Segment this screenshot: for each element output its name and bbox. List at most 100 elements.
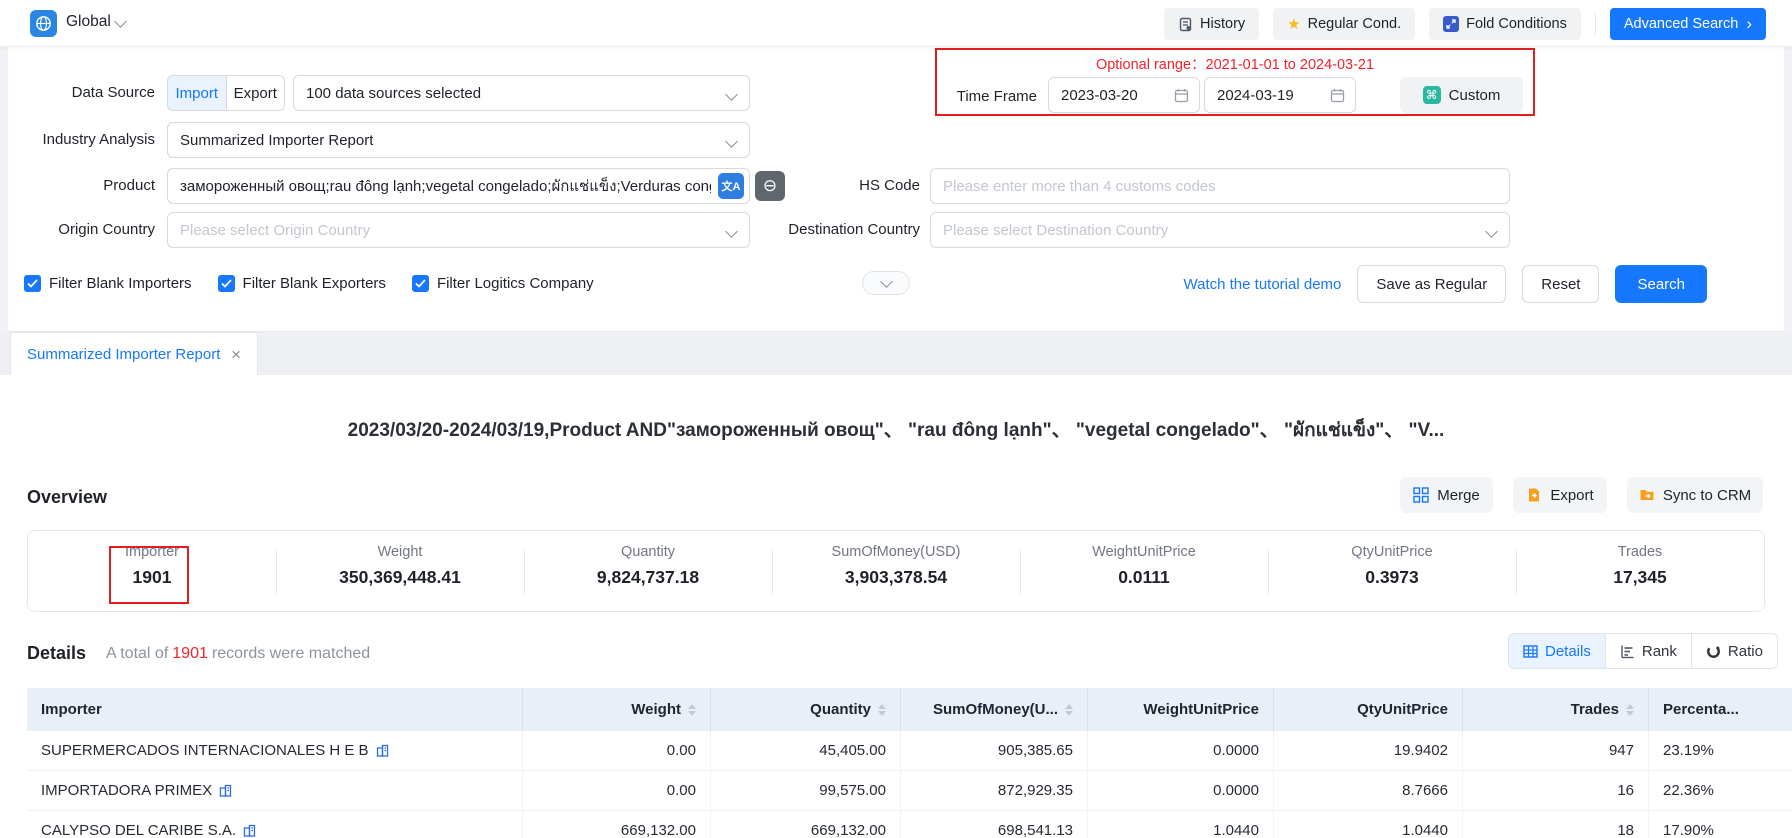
custom-range-button[interactable]: ⌘ Custom	[1400, 77, 1523, 113]
quantity-cell: 99,575.00	[711, 771, 901, 810]
view-ratio-label: Ratio	[1728, 643, 1763, 660]
sync-to-crm-button[interactable]: Sync to CRM	[1627, 477, 1763, 513]
date-start-input[interactable]: 2023-03-20	[1048, 77, 1200, 113]
stat-label: Weight	[378, 544, 423, 560]
ratio-icon	[1706, 644, 1721, 659]
chevron-down-icon[interactable]	[114, 15, 127, 28]
export-toggle[interactable]: Export	[226, 76, 285, 110]
column-header-quantity[interactable]: Quantity	[711, 688, 901, 731]
column-header-weight[interactable]: Weight	[523, 688, 711, 731]
stat-value: 0.0111	[1118, 567, 1170, 588]
data-sources-select[interactable]: 100 data sources selected	[293, 75, 750, 111]
stat-sum-of-money: SumOfMoney(USD) 3,903,378.54	[772, 531, 1020, 611]
column-header-percentage[interactable]: Percenta...	[1649, 688, 1792, 731]
view-details-button[interactable]: Details	[1509, 634, 1605, 668]
report-content: 2023/03/20-2024/03/19,Product AND"заморо…	[0, 375, 1792, 838]
stat-value: 0.3973	[1365, 567, 1419, 588]
divider	[1595, 13, 1596, 35]
stat-label: QtyUnitPrice	[1351, 544, 1432, 560]
chevron-down-icon	[1485, 225, 1498, 238]
star-icon: ★	[1287, 17, 1300, 32]
industry-analysis-label: Industry Analysis	[8, 122, 155, 158]
stat-label: Importer	[125, 544, 179, 560]
weight-cell: 0.00	[523, 771, 711, 810]
checkbox-label: Filter Blank Importers	[49, 275, 192, 292]
export-icon	[1526, 487, 1542, 503]
column-header-sum-of-money[interactable]: SumOfMoney(U...	[901, 688, 1088, 731]
merge-button[interactable]: Merge	[1400, 477, 1493, 513]
fold-conditions-button[interactable]: Fold Conditions	[1429, 8, 1581, 40]
sort-icon[interactable]	[1065, 704, 1073, 716]
details-total-text: A total of1901records were matched	[106, 645, 370, 663]
column-header-trades[interactable]: Trades	[1463, 688, 1649, 731]
importer-name-cell[interactable]: SUPERMERCADOS INTERNACIONALES H E B	[27, 731, 523, 770]
filter-blank-importers-checkbox[interactable]: Filter Blank Importers	[24, 275, 192, 292]
checkbox-checked-icon	[24, 275, 41, 292]
column-header-qty-unit-price[interactable]: QtyUnitPrice	[1274, 688, 1463, 731]
search-button[interactable]: Search	[1615, 265, 1707, 303]
import-toggle[interactable]: Import	[168, 76, 226, 110]
overview-stats-card: Importer 1901 Weight 350,369,448.41 Quan…	[27, 530, 1765, 612]
view-rank-button[interactable]: Rank	[1605, 634, 1691, 668]
exclude-keywords-icon[interactable]: ⊖	[755, 171, 785, 201]
industry-analysis-select[interactable]: Summarized Importer Report	[167, 122, 750, 158]
table-row[interactable]: CALYPSO DEL CARIBE S.A. 669,132.00 669,1…	[27, 811, 1792, 838]
close-icon[interactable]: ×	[231, 346, 241, 363]
sort-icon[interactable]	[1626, 704, 1634, 716]
history-button[interactable]: History	[1164, 8, 1259, 40]
importer-name-cell[interactable]: IMPORTADORA PRIMEX	[27, 771, 523, 810]
advanced-search-button[interactable]: Advanced Search ›	[1610, 8, 1766, 40]
sum-cell: 698,541.13	[901, 811, 1088, 838]
destination-country-select[interactable]: Please select Destination Country	[930, 212, 1510, 248]
hs-code-label: HS Code	[820, 168, 920, 204]
view-ratio-button[interactable]: Ratio	[1691, 634, 1777, 668]
export-button[interactable]: Export	[1513, 477, 1607, 513]
sort-icon[interactable]	[688, 704, 696, 716]
percentage-cell: 22.36%	[1649, 771, 1792, 810]
origin-country-placeholder: Please select Origin Country	[180, 222, 370, 239]
view-details-label: Details	[1545, 643, 1591, 660]
collapse-form-button[interactable]	[862, 271, 910, 295]
checkbox-label: Filter Logitics Company	[437, 275, 594, 292]
stat-trades: Trades 17,345	[1516, 531, 1764, 611]
stat-value: 1901	[133, 567, 172, 588]
stat-value: 17,345	[1613, 567, 1667, 588]
translate-icon[interactable]: 文A	[718, 173, 744, 199]
origin-country-select[interactable]: Please select Origin Country	[167, 212, 750, 248]
date-end-input[interactable]: 2024-03-19	[1204, 77, 1356, 113]
region-selector-label[interactable]: Global	[66, 13, 111, 31]
trades-cell: 18	[1463, 811, 1649, 838]
reset-button[interactable]: Reset	[1522, 265, 1599, 303]
details-table: Importer Weight Quantity SumOfMoney(U...…	[27, 688, 1792, 838]
chevron-down-icon	[725, 225, 738, 238]
trades-cell: 16	[1463, 771, 1649, 810]
product-input[interactable]: замороженный овощ;rau đông lạnh;vegetal …	[167, 168, 750, 204]
column-header-weight-unit-price[interactable]: WeightUnitPrice	[1088, 688, 1274, 731]
importer-name-cell[interactable]: CALYPSO DEL CARIBE S.A.	[27, 811, 523, 838]
filter-logitics-company-checkbox[interactable]: Filter Logitics Company	[412, 275, 594, 292]
merge-label: Merge	[1437, 487, 1480, 504]
table-row[interactable]: SUPERMERCADOS INTERNACIONALES H E B 0.00…	[27, 731, 1792, 771]
time-frame-label: Time Frame	[947, 79, 1037, 115]
checkbox-label: Filter Blank Exporters	[243, 275, 386, 292]
regular-cond-button[interactable]: ★ Regular Cond.	[1273, 8, 1415, 40]
hs-code-input[interactable]: Please enter more than 4 customs codes	[930, 168, 1510, 204]
save-as-regular-button[interactable]: Save as Regular	[1357, 265, 1506, 303]
folder-sync-icon	[1639, 487, 1655, 503]
calendar-icon	[1174, 88, 1189, 103]
arrow-right-icon: ›	[1746, 15, 1752, 32]
company-icon[interactable]	[243, 824, 256, 837]
company-icon[interactable]	[376, 744, 389, 757]
sort-icon[interactable]	[878, 704, 886, 716]
table-row[interactable]: IMPORTADORA PRIMEX 0.00 99,575.00 872,92…	[27, 771, 1792, 811]
column-header-importer[interactable]: Importer	[27, 688, 523, 731]
sync-to-crm-label: Sync to CRM	[1663, 487, 1751, 504]
tutorial-demo-link[interactable]: Watch the tutorial demo	[1184, 276, 1342, 293]
company-icon[interactable]	[219, 784, 232, 797]
filter-blank-exporters-checkbox[interactable]: Filter Blank Exporters	[218, 275, 386, 292]
rank-icon	[1620, 644, 1635, 659]
tab-summarized-importer-report[interactable]: Summarized Importer Report ×	[10, 332, 258, 375]
fold-conditions-label: Fold Conditions	[1466, 16, 1567, 32]
search-form: Data Source Import Export 100 data sourc…	[8, 47, 1784, 332]
export-label: Export	[1550, 487, 1593, 504]
